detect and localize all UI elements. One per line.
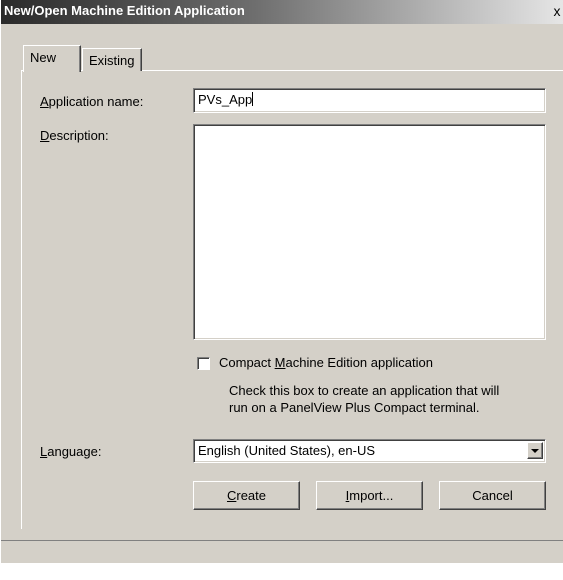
bottom-divider (1, 540, 563, 541)
dialog-window: New/Open Machine Edition Application x N… (0, 0, 563, 563)
window-title: New/Open Machine Edition Application (4, 3, 245, 18)
tab-panel-new (21, 70, 563, 529)
tab-existing-label: Existing (89, 53, 135, 68)
close-icon[interactable]: x (550, 3, 563, 20)
tab-new[interactable]: New (23, 45, 81, 72)
tab-existing[interactable]: Existing (82, 48, 142, 71)
tab-new-label: New (30, 50, 57, 65)
title-bar[interactable]: New/Open Machine Edition Application x (1, 0, 563, 24)
